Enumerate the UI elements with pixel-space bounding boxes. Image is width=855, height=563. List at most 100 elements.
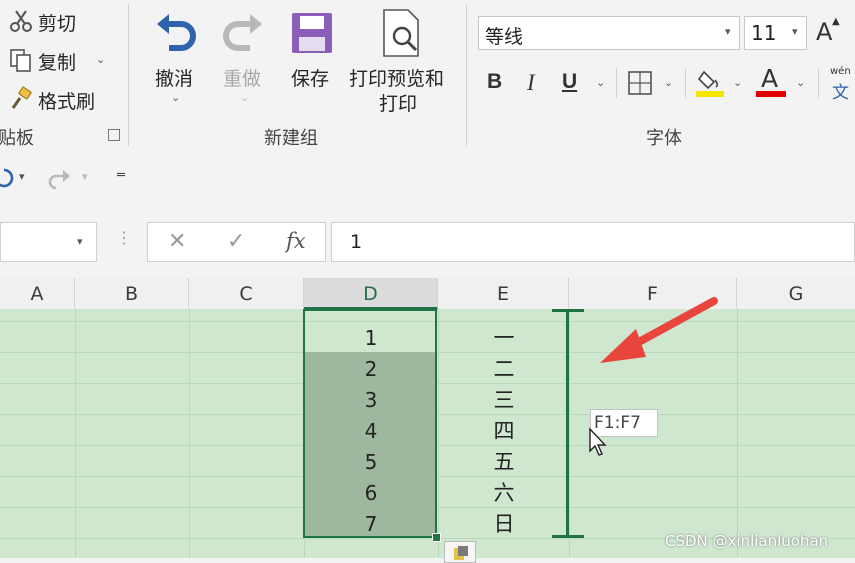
col-line bbox=[737, 309, 738, 558]
font-color-swatch bbox=[756, 91, 786, 97]
font-color-letter: A bbox=[761, 64, 779, 93]
ribbon: 剪切 复制 ⌄ 格式刷 贴板 撤消 ⌄ 重做 ⌄ 保存 打印预览和 打印 新建组… bbox=[0, 0, 855, 153]
cell-d7[interactable]: 7 bbox=[306, 509, 436, 540]
quick-analysis-button[interactable] bbox=[444, 541, 476, 563]
formula-bar: ▾ ⋮ ✕ ✓ fx 1 bbox=[0, 208, 855, 278]
font-group-label: 字体 bbox=[646, 128, 682, 149]
insert-function-button[interactable]: fx bbox=[286, 229, 306, 253]
quick-access-toolbar: ▾ ▾ ═ bbox=[0, 152, 855, 208]
formula-buttons-box: ✕ ✓ fx bbox=[147, 222, 326, 262]
cell-d6[interactable]: 6 bbox=[306, 478, 436, 509]
font-name-combobox[interactable]: 等线 ▾ bbox=[478, 16, 740, 50]
cell-e5[interactable]: 五 bbox=[440, 447, 568, 478]
cell-e4[interactable]: 四 bbox=[440, 416, 568, 447]
undo-label: 撤消 bbox=[155, 68, 194, 90]
customize-qat-icon[interactable]: ═ bbox=[117, 168, 125, 183]
cancel-icon[interactable]: ✕ bbox=[168, 229, 186, 254]
formula-value: 1 bbox=[350, 231, 363, 253]
cell-d2[interactable]: 2 bbox=[306, 354, 436, 385]
mouse-pointer-icon bbox=[589, 427, 607, 456]
toolbar-divider bbox=[685, 68, 686, 98]
qat-undo-caret[interactable]: ▾ bbox=[19, 170, 25, 183]
borders-dropdown-caret[interactable]: ⌄ bbox=[664, 76, 673, 89]
undo-icon bbox=[157, 14, 196, 51]
column-header-e[interactable]: E bbox=[438, 278, 569, 309]
borders-icon[interactable] bbox=[627, 70, 653, 96]
cut-label: 剪切 bbox=[38, 13, 77, 35]
qat-redo-caret[interactable]: ▾ bbox=[82, 170, 88, 183]
grow-font-label: A bbox=[816, 18, 833, 46]
copy-icon bbox=[10, 49, 31, 72]
newgroup-group-label: 新建组 bbox=[264, 128, 318, 149]
redo-button[interactable]: 重做 ⌄ bbox=[214, 6, 274, 112]
save-label: 保存 bbox=[291, 68, 330, 90]
enter-check-icon[interactable]: ✓ bbox=[227, 229, 245, 254]
grow-font-button[interactable]: A ▲ bbox=[814, 16, 844, 50]
name-box[interactable]: ▾ bbox=[0, 222, 97, 262]
phonetic-guide-button[interactable]: wén 文 bbox=[826, 66, 855, 103]
drag-range-indicator bbox=[552, 309, 584, 538]
format-painter-button[interactable]: 格式刷 bbox=[6, 84, 116, 114]
print-preview-button[interactable]: 打印预览和 打印 bbox=[346, 6, 452, 116]
drag-range-line bbox=[566, 309, 569, 538]
cell-e1[interactable]: 一 bbox=[440, 323, 568, 354]
cell-e2[interactable]: 二 bbox=[440, 354, 568, 385]
copy-button[interactable]: 复制 ⌄ bbox=[6, 45, 116, 75]
quick-analysis-icon bbox=[454, 546, 468, 560]
bold-button[interactable]: B bbox=[487, 70, 502, 94]
cell-d4[interactable]: 4 bbox=[306, 416, 436, 447]
phonetic-top-label: wén bbox=[830, 66, 851, 77]
print-preview-label-line2: 打印 bbox=[379, 93, 418, 115]
formula-bar-grip-icon: ⋮ bbox=[116, 228, 132, 247]
cell-d5[interactable]: 5 bbox=[306, 447, 436, 478]
group-divider bbox=[466, 4, 467, 146]
fill-color-dropdown-caret[interactable]: ⌄ bbox=[733, 76, 742, 89]
underline-button[interactable]: U bbox=[562, 70, 577, 94]
print-preview-label-line1: 打印预览和 bbox=[349, 68, 445, 90]
column-headers: A B C D E F G bbox=[0, 278, 855, 310]
undo-dropdown-caret[interactable]: ⌄ bbox=[171, 91, 180, 104]
copy-dropdown-caret[interactable]: ⌄ bbox=[96, 53, 105, 66]
formula-input[interactable]: 1 bbox=[331, 222, 855, 262]
redo-icon bbox=[223, 14, 262, 51]
group-divider bbox=[128, 4, 129, 146]
save-button[interactable]: 保存 bbox=[284, 6, 340, 112]
redo-label: 重做 bbox=[223, 68, 262, 90]
watermark: CSDN @xinlianluohan bbox=[665, 532, 829, 550]
cell-e7[interactable]: 日 bbox=[440, 509, 568, 540]
redo-dropdown-caret[interactable]: ⌄ bbox=[240, 91, 249, 104]
font-name-value: 等线 bbox=[485, 26, 524, 48]
clipboard-dialog-launcher-icon[interactable] bbox=[108, 129, 120, 141]
toolbar-divider bbox=[818, 68, 819, 98]
font-color-dropdown-caret[interactable]: ⌄ bbox=[796, 76, 805, 89]
fill-color-icon[interactable] bbox=[696, 66, 724, 98]
worksheet-grid[interactable]: 1 2 3 4 5 6 7 一 二 三 四 五 六 日 F1:F7 CSDN @… bbox=[0, 297, 855, 563]
format-painter-label: 格式刷 bbox=[38, 91, 96, 113]
phonetic-bottom-label: 文 bbox=[832, 83, 849, 103]
paintbrush-icon bbox=[11, 86, 32, 109]
column-header-b[interactable]: B bbox=[75, 278, 189, 309]
font-color-button[interactable]: A bbox=[756, 64, 786, 98]
cut-button[interactable]: 剪切 bbox=[6, 6, 116, 36]
column-header-a[interactable]: A bbox=[0, 278, 75, 309]
cell-d3[interactable]: 3 bbox=[306, 385, 436, 416]
font-size-value: 11 bbox=[751, 21, 777, 45]
column-header-c[interactable]: C bbox=[189, 278, 304, 309]
undo-button[interactable]: 撤消 ⌄ bbox=[145, 6, 205, 112]
chevron-down-icon: ▾ bbox=[792, 25, 798, 38]
grow-arrow-icon: ▲ bbox=[832, 16, 840, 27]
qat-redo-icon[interactable] bbox=[46, 166, 72, 190]
italic-button[interactable]: I bbox=[527, 70, 535, 96]
cell-e3[interactable]: 三 bbox=[440, 385, 568, 416]
copy-label: 复制 bbox=[38, 52, 77, 74]
underline-dropdown-caret[interactable]: ⌄ bbox=[596, 76, 605, 89]
scissors-icon bbox=[10, 10, 32, 32]
col-line bbox=[75, 309, 76, 558]
cell-d1[interactable]: 1 bbox=[306, 323, 436, 354]
cell-e6[interactable]: 六 bbox=[440, 478, 568, 509]
font-size-combobox[interactable]: 11 ▾ bbox=[744, 16, 807, 50]
column-header-g[interactable]: G bbox=[737, 278, 855, 309]
red-arrow-icon bbox=[600, 297, 718, 363]
qat-undo-icon[interactable] bbox=[0, 166, 14, 190]
column-header-d[interactable]: D bbox=[304, 278, 438, 309]
